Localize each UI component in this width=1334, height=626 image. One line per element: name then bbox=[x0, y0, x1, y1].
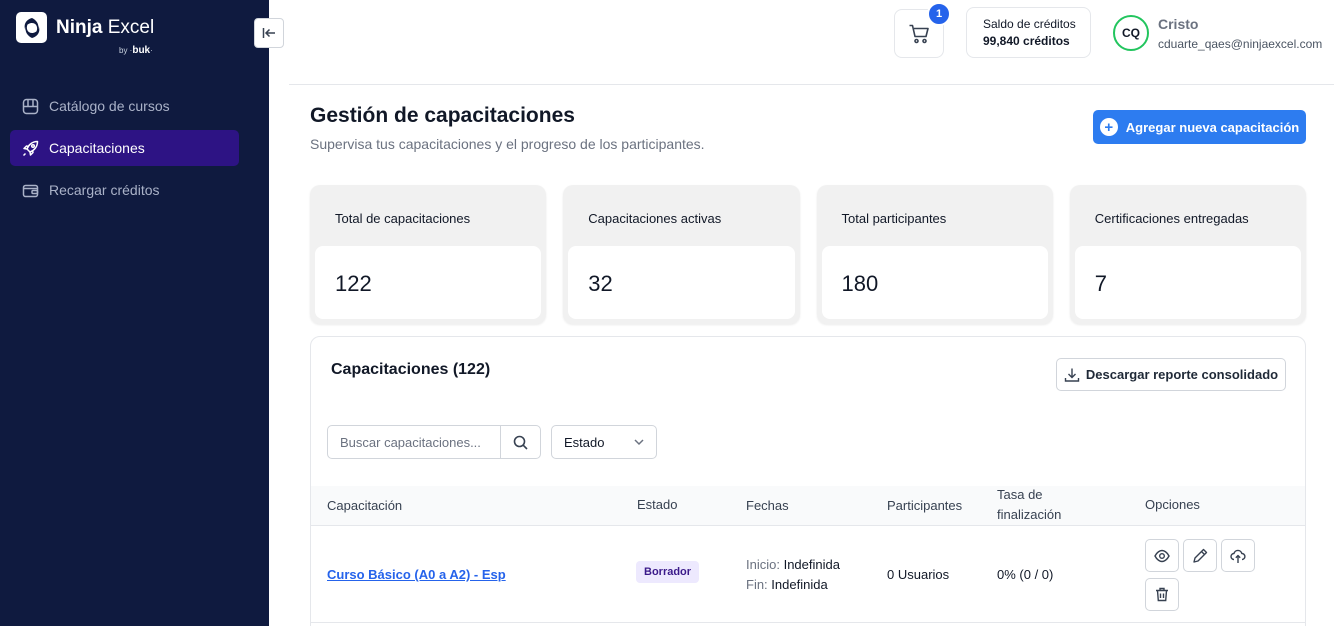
pencil-icon bbox=[1193, 548, 1208, 563]
search-button[interactable] bbox=[500, 426, 540, 458]
logo[interactable]: Ninja Excel by ·buk· bbox=[16, 12, 155, 56]
start-value: Indefinida bbox=[783, 557, 840, 572]
stats-cards: Total de capacitaciones 122 Capacitacion… bbox=[310, 185, 1306, 324]
completion-cell: 0% (0 / 0) bbox=[997, 567, 1054, 582]
publish-button[interactable] bbox=[1221, 539, 1255, 572]
status-filter-value: Estado bbox=[564, 434, 605, 450]
stat-label: Capacitaciones activas bbox=[588, 211, 722, 226]
chevron-down-icon bbox=[634, 439, 644, 446]
page-title: Gestión de capacitaciones bbox=[310, 104, 575, 127]
collapse-arrow-icon bbox=[262, 28, 275, 38]
table-row: Curso Básico (A0 a A2) - Esp Borrador In… bbox=[311, 527, 1305, 623]
sidebar-item-label: Recargar créditos bbox=[49, 182, 160, 198]
brand-name: Ninja Excel bbox=[56, 17, 155, 38]
dates-cell: Inicio: Indefinida Fin: Indefinida bbox=[746, 557, 840, 592]
column-header-dates: Fechas bbox=[746, 498, 789, 513]
sidebar-nav: Catálogo de cursos Capacitaciones Recarg… bbox=[10, 88, 239, 214]
stat-label: Total de capacitaciones bbox=[335, 211, 471, 226]
course-link[interactable]: Curso Básico (A0 a A2) - Esp bbox=[327, 567, 506, 582]
sidebar-item-label: Capacitaciones bbox=[49, 140, 145, 156]
panel-title: Capacitaciones (122) bbox=[331, 361, 491, 378]
add-training-button[interactable]: + Agregar nueva capacitación bbox=[1093, 110, 1306, 144]
sidebar-item-catalog[interactable]: Catálogo de cursos bbox=[10, 88, 239, 124]
user-name: Cristo bbox=[1158, 16, 1199, 32]
plus-icon: + bbox=[1099, 118, 1118, 136]
credits-value: 99,840 créditos bbox=[983, 34, 1070, 48]
stat-label: Certificaciones entregadas bbox=[1094, 211, 1249, 226]
column-header-completion-line1: Tasa de bbox=[997, 487, 1043, 502]
edit-button[interactable] bbox=[1183, 539, 1217, 572]
view-button[interactable] bbox=[1145, 539, 1179, 572]
trainings-panel: Capacitaciones (122) Descargar reporte c… bbox=[310, 336, 1306, 626]
cart-icon bbox=[909, 24, 929, 43]
end-label: Fin: bbox=[746, 577, 768, 592]
download-report-button[interactable]: Descargar reporte consolidado bbox=[1056, 358, 1286, 391]
wallet-icon bbox=[21, 181, 39, 199]
sidebar-item-recargar[interactable]: Recargar créditos bbox=[10, 172, 239, 208]
participants-cell: 0 Usuarios bbox=[887, 567, 950, 582]
collapse-sidebar-button[interactable] bbox=[254, 18, 284, 48]
brand-sub: by ·buk· bbox=[119, 45, 153, 56]
cloud-upload-icon bbox=[1230, 549, 1246, 563]
search-input[interactable] bbox=[328, 426, 500, 458]
search-icon bbox=[513, 435, 528, 450]
page-subtitle: Supervisa tus capacitaciones y el progre… bbox=[310, 136, 705, 152]
stat-card-certifications: Certificaciones entregadas 7 bbox=[1069, 185, 1306, 324]
stat-value: 7 bbox=[1094, 271, 1107, 296]
stat-value: 32 bbox=[588, 271, 613, 296]
start-label: Inicio: bbox=[746, 557, 780, 572]
ninja-logo-icon bbox=[16, 12, 47, 43]
add-training-label: Agregar nueva capacitación bbox=[1125, 119, 1300, 135]
credits-balance[interactable]: Saldo de créditos 99,840 créditos bbox=[966, 7, 1091, 58]
stat-value: 180 bbox=[841, 271, 879, 296]
column-header-completion: Tasa de finalización bbox=[997, 485, 1061, 525]
sidebar: Ninja Excel by ·buk· Catálogo de cursos … bbox=[0, 0, 269, 626]
rocket-icon bbox=[21, 139, 39, 157]
eye-icon bbox=[1154, 549, 1170, 562]
delete-button[interactable] bbox=[1145, 578, 1179, 611]
table-header: Capacitación Estado Fechas Participantes… bbox=[311, 486, 1305, 526]
end-value: Indefinida bbox=[771, 577, 828, 592]
user-email: cduarte_qaes@ninjaexcel.com bbox=[1158, 37, 1323, 51]
column-header-options: Opciones bbox=[1145, 497, 1200, 512]
column-header-status: Estado bbox=[637, 497, 678, 512]
stat-card-active: Capacitaciones activas 32 bbox=[563, 185, 800, 324]
status-badge: Borrador bbox=[636, 561, 700, 583]
download-icon bbox=[1064, 367, 1080, 383]
avatar[interactable]: CQ bbox=[1113, 15, 1149, 51]
top-header: 1 Saldo de créditos 99,840 créditos CQ C… bbox=[289, 0, 1334, 85]
column-header-participants: Participantes bbox=[887, 498, 963, 513]
stat-card-total: Total de capacitaciones 122 bbox=[310, 185, 547, 324]
catalog-icon bbox=[21, 97, 39, 115]
search-box bbox=[327, 425, 541, 459]
cart-count-badge: 1 bbox=[927, 2, 951, 26]
credits-label: Saldo de créditos bbox=[983, 17, 1076, 31]
trash-icon bbox=[1156, 587, 1168, 602]
stat-label: Total participantes bbox=[841, 211, 947, 226]
column-header-completion-line2: finalización bbox=[997, 507, 1062, 522]
status-filter-select[interactable]: Estado bbox=[551, 425, 657, 459]
column-header-course: Capacitación bbox=[327, 498, 403, 513]
sidebar-item-label: Catálogo de cursos bbox=[49, 98, 170, 114]
stat-value: 122 bbox=[335, 271, 372, 296]
sidebar-item-capacitaciones[interactable]: Capacitaciones bbox=[10, 130, 239, 166]
stat-card-participants: Total participantes 180 bbox=[816, 185, 1053, 324]
download-report-label: Descargar reporte consolidado bbox=[1085, 367, 1279, 382]
